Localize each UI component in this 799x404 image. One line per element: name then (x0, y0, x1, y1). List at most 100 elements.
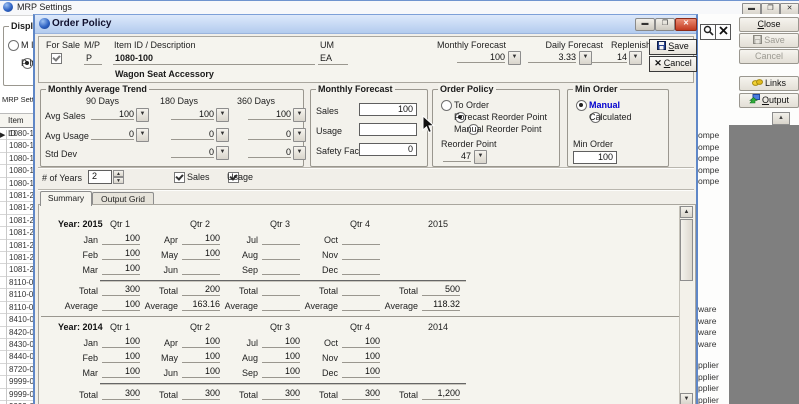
item-row[interactable]: 8430-0 (0, 339, 33, 351)
years-input[interactable]: 2 (88, 170, 112, 184)
avg-sales-180-field[interactable]: 100 (171, 109, 214, 120)
reorder-point-dropdown chevron-down-icon[interactable]: ▼ (474, 150, 487, 164)
item-row[interactable]: 1080-1 (0, 165, 33, 177)
usage-input[interactable] (359, 123, 417, 136)
item-row[interactable]: 8110-0 (0, 277, 33, 289)
qtr-header: Qtr 3 (220, 219, 300, 229)
background-grid-scroll-up[interactable]: ▲ (772, 112, 790, 125)
dialog-save-label: Save (668, 41, 689, 51)
radio-to-order[interactable] (441, 100, 452, 111)
monthly-forecast-field[interactable]: 100 (457, 52, 505, 63)
col-header-360: 360 Days (237, 96, 275, 106)
clear-tool-button[interactable] (715, 24, 731, 40)
radio-manual[interactable] (576, 100, 587, 111)
dialog-minimize-icon[interactable]: ▬ (635, 18, 655, 31)
item-row[interactable]: 1081-2 (0, 264, 33, 276)
current-row-arrow-icon: ▶ (0, 131, 5, 139)
links-button[interactable]: Links (739, 76, 799, 91)
item-row[interactable]: 1081-2 (0, 252, 33, 264)
close-button[interactable]: Close (739, 17, 799, 32)
daily-forecast-field[interactable]: 3.33 (528, 52, 576, 63)
avg-sales-360-field[interactable]: 100 (248, 109, 291, 120)
std-dev-360-dropdown chevron-down-icon[interactable]: ▼ (293, 146, 306, 160)
avg-usage-90-dropdown chevron-down-icon[interactable]: ▼ (136, 128, 149, 142)
item-row[interactable]: 1081-2 (0, 190, 33, 202)
sales-checkbox-label: Sales (187, 172, 210, 182)
save-button-disabled[interactable]: Save (739, 33, 799, 48)
averages-row: Average100Average163.16AverageAverageAve… (60, 298, 460, 313)
item-row[interactable]: 1081-2 (0, 202, 33, 214)
tab-summary[interactable]: Summary (40, 191, 92, 206)
output-button[interactable]: Output (739, 93, 799, 108)
avg-sales-90-field[interactable]: 100 (91, 109, 134, 120)
reorder-point-field[interactable]: 47 (443, 151, 471, 162)
month-value: 100 (102, 248, 140, 260)
month-cell: Oct100 (300, 335, 380, 348)
month-label: Jul (220, 235, 262, 245)
desktop-background (729, 125, 799, 404)
item-row[interactable]: 1080-1 (0, 178, 33, 190)
monthly-average-trend-box: Monthly Average Trend 90 Days 180 Days 3… (40, 89, 304, 167)
dialog-titlebar[interactable]: Order Policy ▬ ❐ ✕ (35, 15, 696, 34)
item-row[interactable]: 8440-0 (0, 351, 33, 363)
item-row[interactable]: 8110-0 (0, 289, 33, 301)
avg-usage-180-dropdown chevron-down-icon[interactable]: ▼ (216, 128, 229, 142)
avg-usage-360-dropdown chevron-down-icon[interactable]: ▼ (293, 128, 306, 142)
scroll-up-button chevron-up-icon[interactable]: ▲ (680, 206, 693, 218)
item-row[interactable]: 9999-0 (0, 376, 33, 388)
item-row[interactable]: 8720-0 (0, 364, 33, 376)
std-dev-180-dropdown chevron-down-icon[interactable]: ▼ (216, 146, 229, 160)
item-row[interactable]: 1081-2 (0, 227, 33, 239)
for-sale-checkbox[interactable] (51, 53, 62, 64)
dialog-close-icon[interactable]: ✕ (675, 18, 697, 31)
dialog-cancel-button[interactable]: ✕Cancel (649, 56, 697, 72)
item-id-value[interactable]: 1080-100 (115, 53, 153, 63)
dialog-save-button[interactable]: Save (649, 39, 697, 55)
radio-m-item[interactable] (8, 40, 19, 51)
replenish-time-field[interactable]: 14 (591, 52, 627, 63)
item-grid-header: Item ID (0, 114, 33, 128)
years-spin-up chevron-up-icon[interactable]: ▲ (113, 170, 124, 177)
month-value (262, 248, 300, 260)
clipped-cell: ware (698, 327, 727, 339)
month-label: Apr (140, 235, 182, 245)
avg-usage-180-field[interactable]: 0 (171, 129, 214, 140)
monthly-forecast-dropdown chevron-down-icon[interactable]: ▼ (508, 51, 521, 65)
std-dev-180-field[interactable]: 0 (171, 147, 214, 158)
avg-sales-180-dropdown chevron-down-icon[interactable]: ▼ (216, 108, 229, 122)
avg-sales-90-dropdown chevron-down-icon[interactable]: ▼ (136, 108, 149, 122)
avg-usage-360-field[interactable]: 0 (248, 129, 291, 140)
item-row[interactable]: 1080-1 (0, 140, 33, 152)
replenish-time-dropdown chevron-down-icon[interactable]: ▼ (629, 51, 642, 65)
cancel-button-disabled[interactable]: Cancel (739, 49, 799, 64)
scroll-thumb[interactable] (680, 219, 693, 281)
std-dev-360-field[interactable]: 0 (248, 147, 291, 158)
item-row[interactable]: 1081-2 (0, 215, 33, 227)
summary-scrollbar[interactable]: ▲ ▼ (679, 206, 694, 404)
item-row[interactable]: 8420-0 (0, 327, 33, 339)
average-value: 163.16 (182, 299, 220, 311)
sales-input[interactable]: 100 (359, 103, 417, 116)
month-label: Dec (300, 368, 342, 378)
sales-checkbox[interactable] (174, 172, 185, 183)
avg-usage-90-field[interactable]: 0 (91, 129, 134, 140)
zoom-tool-button[interactable] (700, 24, 716, 40)
total-cell: Total300 (220, 387, 300, 400)
item-row[interactable]: 9999-0 (0, 389, 33, 401)
totals-row: Total300Total200TotalTotalTotal500 (60, 283, 460, 298)
clipped-cell: ompe (698, 153, 727, 165)
min-order-input[interactable]: 100 (573, 151, 617, 164)
dialog-maximize-icon[interactable]: ❐ (655, 18, 675, 31)
radio-calculated-label: Calculated (589, 112, 632, 122)
safety-factor-input[interactable]: 0 (359, 143, 417, 156)
scroll-down-button chevron-down-icon[interactable]: ▼ (680, 393, 693, 404)
month-value (262, 233, 300, 245)
item-row[interactable]: 1080-1 (0, 153, 33, 165)
month-cell: Sep100 (220, 365, 300, 378)
avg-sales-360-dropdown chevron-down-icon[interactable]: ▼ (293, 108, 306, 122)
item-row[interactable]: 1081-2 (0, 240, 33, 252)
clipped-cell: ware (698, 339, 727, 351)
item-row[interactable]: 8410-0 (0, 314, 33, 326)
years-spin-down chevron-down-icon[interactable]: ▼ (113, 177, 124, 184)
item-row[interactable]: 8110-0 (0, 302, 33, 314)
